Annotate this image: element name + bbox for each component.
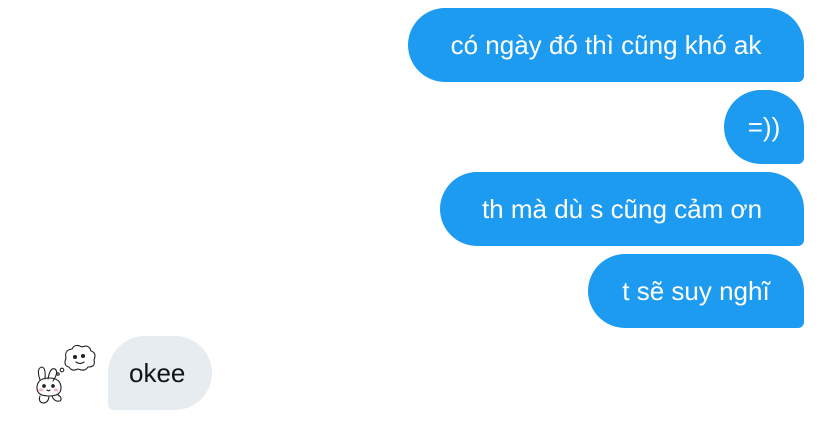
message-text: =)) — [747, 111, 781, 142]
outgoing-message-bubble[interactable]: t sẽ suy nghĩ — [588, 254, 804, 328]
message-text: th mà dù s cũng cảm ơn — [481, 193, 763, 224]
outgoing-message-bubble[interactable]: th mà dù s cũng cảm ơn — [440, 172, 804, 246]
message-text: có ngày đó thì cũng khó ak — [450, 29, 762, 60]
incoming-message-bubble[interactable]: okee — [108, 336, 212, 410]
outgoing-message-bubble[interactable]: =)) — [724, 90, 804, 164]
chat-thread: có ngày đó thì cũng khó ak =)) th mà dù … — [0, 0, 828, 440]
message-text: t sẽ suy nghĩ — [622, 275, 770, 306]
bunny-doodle-avatar-icon[interactable] — [30, 344, 96, 408]
outgoing-message-bubble[interactable]: có ngày đó thì cũng khó ak — [408, 8, 804, 82]
message-text: okee — [129, 357, 186, 388]
